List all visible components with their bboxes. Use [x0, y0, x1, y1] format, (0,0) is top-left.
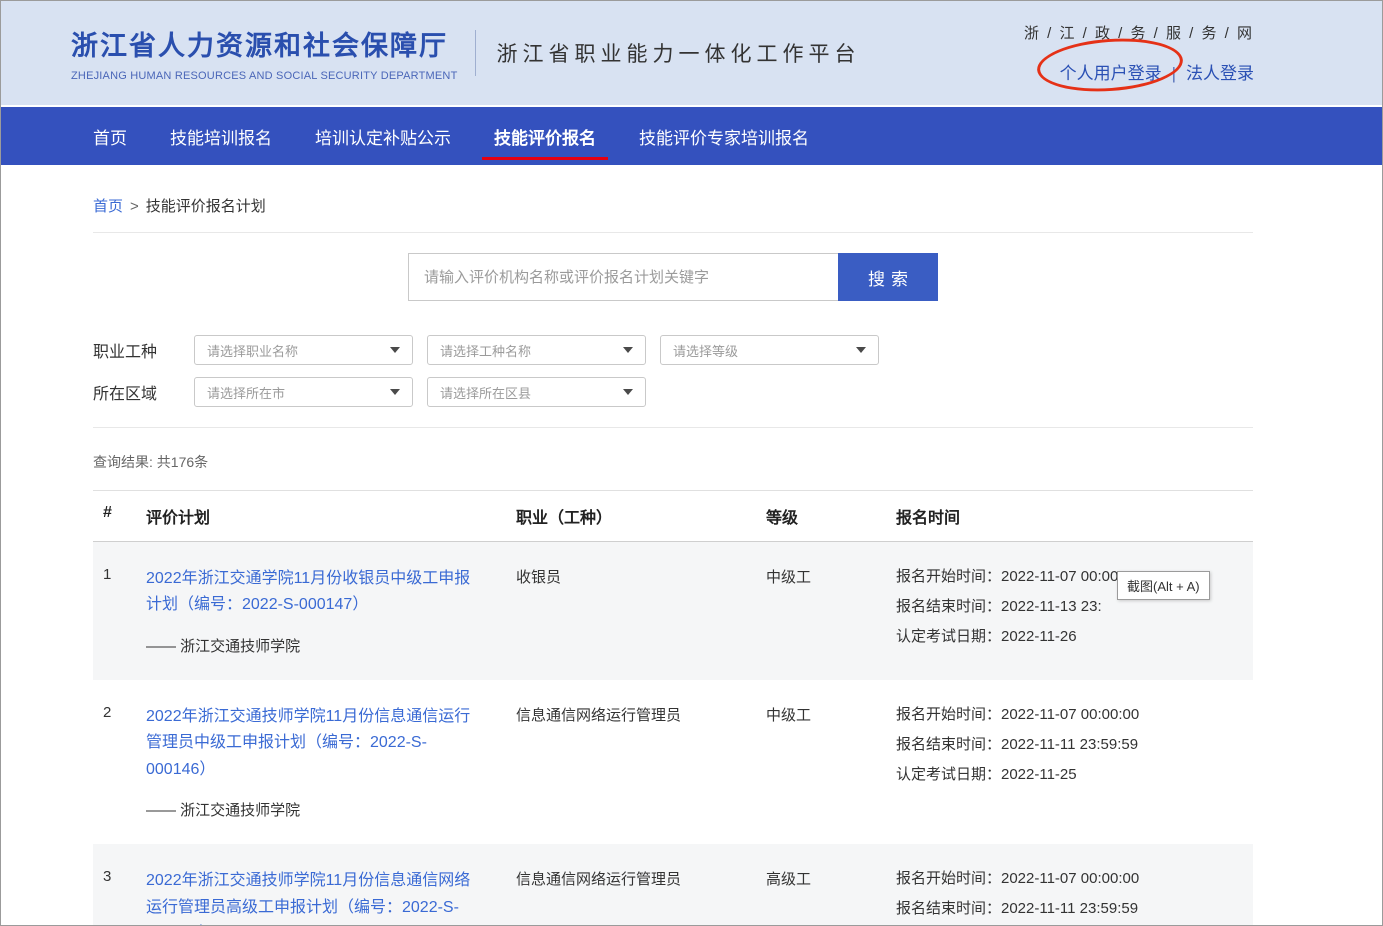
breadcrumb-current: 技能评价报名计划	[146, 198, 266, 215]
occupation-name-select[interactable]: 请选择职业名称	[194, 335, 413, 365]
work-type-select-value: 请选择工种名称	[440, 341, 531, 360]
corporate-login-link[interactable]: 法人登录	[1186, 64, 1254, 83]
district-select-value: 请选择所在区县	[440, 383, 531, 402]
region-filter-row: 所在区域 请选择所在市 请选择所在区县	[93, 377, 1253, 407]
signup-end-time: 报名结束时间：2022-11-11 23:59:59	[896, 734, 1253, 755]
district-select[interactable]: 请选择所在区县	[427, 377, 646, 407]
login-separator: |	[1172, 64, 1176, 83]
screenshot-tooltip: 截图(Alt + A)	[1117, 571, 1210, 600]
table-row: 2 2022年浙江交通技师学院11月份信息通信运行管理员中级工申报计划（编号：2…	[93, 680, 1253, 844]
exam-date: 认定考试日期：2022-11-26	[896, 626, 1253, 647]
signup-start-time: 报名开始时间：2022-11-07 00:00:00	[896, 704, 1253, 725]
plan-title-link[interactable]: 2022年浙江交通学院11月份收银员中级工申报计划（编号：2022-S-0001…	[146, 570, 470, 613]
search-button[interactable]: 搜索	[838, 253, 938, 301]
signup-start-time: 报名开始时间：2022-11-07 00:00:00	[896, 868, 1253, 889]
org-name: 浙江省人力资源和社会保障厅	[71, 24, 457, 63]
nav-home[interactable]: 首页	[93, 107, 127, 165]
plan-level: 中级工	[766, 566, 896, 656]
occupation-name-select-value: 请选择职业名称	[207, 341, 298, 360]
city-select-value: 请选择所在市	[207, 383, 285, 402]
plan-occupation: 信息通信网络运行管理员	[516, 704, 766, 820]
platform-title: 浙江省职业能力一体化工作平台	[496, 38, 860, 68]
breadcrumb-separator: >	[130, 198, 139, 215]
brand: 浙江省人力资源和社会保障厅 ZHEJIANG HUMAN RESOURCES A…	[71, 24, 457, 82]
plan-times: 报名开始时间：2022-11-07 00:00:00 报名结束时间：2022-1…	[896, 868, 1253, 926]
row-index: 1	[93, 566, 146, 656]
nav-skill-evaluation-signup[interactable]: 技能评价报名	[494, 107, 596, 165]
exam-date: 认定考试日期：2022-11-25	[896, 764, 1253, 785]
search-bar: 搜索	[93, 253, 1253, 301]
level-select[interactable]: 请选择等级	[660, 335, 879, 365]
plan-title-link[interactable]: 2022年浙江交通技师学院11月份信息通信网络运行管理员高级工申报计划（编号：2…	[146, 872, 470, 926]
nav-skill-training-signup[interactable]: 技能培训报名	[170, 107, 272, 165]
site-header: 浙江省人力资源和社会保障厅 ZHEJIANG HUMAN RESOURCES A…	[1, 1, 1382, 105]
org-name-en: ZHEJIANG HUMAN RESOURCES AND SOCIAL SECU…	[71, 70, 457, 82]
col-header-occupation: 职业（工种）	[516, 504, 766, 528]
nav-subsidy-publicity[interactable]: 培训认定补贴公示	[315, 107, 451, 165]
breadcrumb: 首页 > 技能评价报名计划	[93, 165, 1253, 233]
plan-title-link[interactable]: 2022年浙江交通技师学院11月份信息通信运行管理员中级工申报计划（编号：202…	[146, 708, 470, 778]
plan-level: 高级工	[766, 868, 896, 926]
table-header-row: # 评价计划 职业（工种） 等级 报名时间	[93, 490, 1253, 542]
row-index: 3	[93, 868, 146, 926]
work-type-select[interactable]: 请选择工种名称	[427, 335, 646, 365]
content: 首页 > 技能评价报名计划 搜索 职业工种 请选择职业名称 请选择工种名称 请选择等…	[93, 165, 1253, 926]
occupation-filter-label: 职业工种	[93, 338, 194, 362]
col-header-level: 等级	[766, 504, 896, 528]
chevron-down-icon	[856, 347, 866, 353]
page: 浙江省人力资源和社会保障厅 ZHEJIANG HUMAN RESOURCES A…	[0, 0, 1383, 926]
table-row: 1 2022年浙江交通学院11月份收银员中级工申报计划（编号：2022-S-00…	[93, 542, 1253, 680]
col-header-index: #	[93, 504, 146, 528]
table-row: 3 2022年浙江交通技师学院11月份信息通信网络运行管理员高级工申报计划（编号…	[93, 844, 1253, 926]
region-filter-label: 所在区域	[93, 380, 194, 404]
personal-login-link[interactable]: 个人用户登录	[1060, 64, 1162, 83]
main-nav: 首页 技能培训报名 培训认定补贴公示 技能评价报名 技能评价专家培训报名	[1, 107, 1382, 165]
plan-org: —— 浙江交通技师学院	[146, 799, 486, 820]
search-input[interactable]	[408, 253, 838, 301]
breadcrumb-home-link[interactable]: 首页	[93, 198, 123, 215]
row-index: 2	[93, 704, 146, 820]
col-header-plan: 评价计划	[146, 504, 516, 528]
plan-org: —— 浙江交通技师学院	[146, 635, 486, 656]
occupation-filter-row: 职业工种 请选择职业名称 请选择工种名称 请选择等级	[93, 335, 1253, 365]
filters: 职业工种 请选择职业名称 请选择工种名称 请选择等级 所在区域 请选择所在市	[93, 335, 1253, 428]
plan-occupation: 收银员	[516, 566, 766, 656]
level-select-value: 请选择等级	[673, 341, 738, 360]
plan-occupation: 信息通信网络运行管理员	[516, 868, 766, 926]
filters-divider	[93, 427, 1253, 428]
plans-table: # 评价计划 职业（工种） 等级 报名时间 1 2022年浙江交通学院11月份收…	[93, 490, 1253, 926]
chevron-down-icon	[390, 347, 400, 353]
nav-expert-training-signup[interactable]: 技能评价专家培训报名	[639, 107, 809, 165]
portal-name: 浙 / 江 / 政 / 务 / 服 / 务 / 网	[1024, 22, 1254, 43]
header-divider	[475, 30, 476, 76]
plan-times: 报名开始时间：2022-11-07 00:00:00 报名结束时间：2022-1…	[896, 704, 1253, 820]
col-header-signup-time: 报名时间	[896, 504, 1253, 528]
chevron-down-icon	[623, 389, 633, 395]
city-select[interactable]: 请选择所在市	[194, 377, 413, 407]
chevron-down-icon	[390, 389, 400, 395]
signup-end-time: 报名结束时间：2022-11-11 23:59:59	[896, 898, 1253, 919]
results-summary: 查询结果: 共176条	[93, 452, 1253, 472]
plan-level: 中级工	[766, 704, 896, 820]
header-right: 浙 / 江 / 政 / 务 / 服 / 务 / 网 个人用户登录 | 法人登录	[1024, 22, 1254, 84]
chevron-down-icon	[623, 347, 633, 353]
login-links: 个人用户登录 | 法人登录	[1024, 59, 1254, 84]
